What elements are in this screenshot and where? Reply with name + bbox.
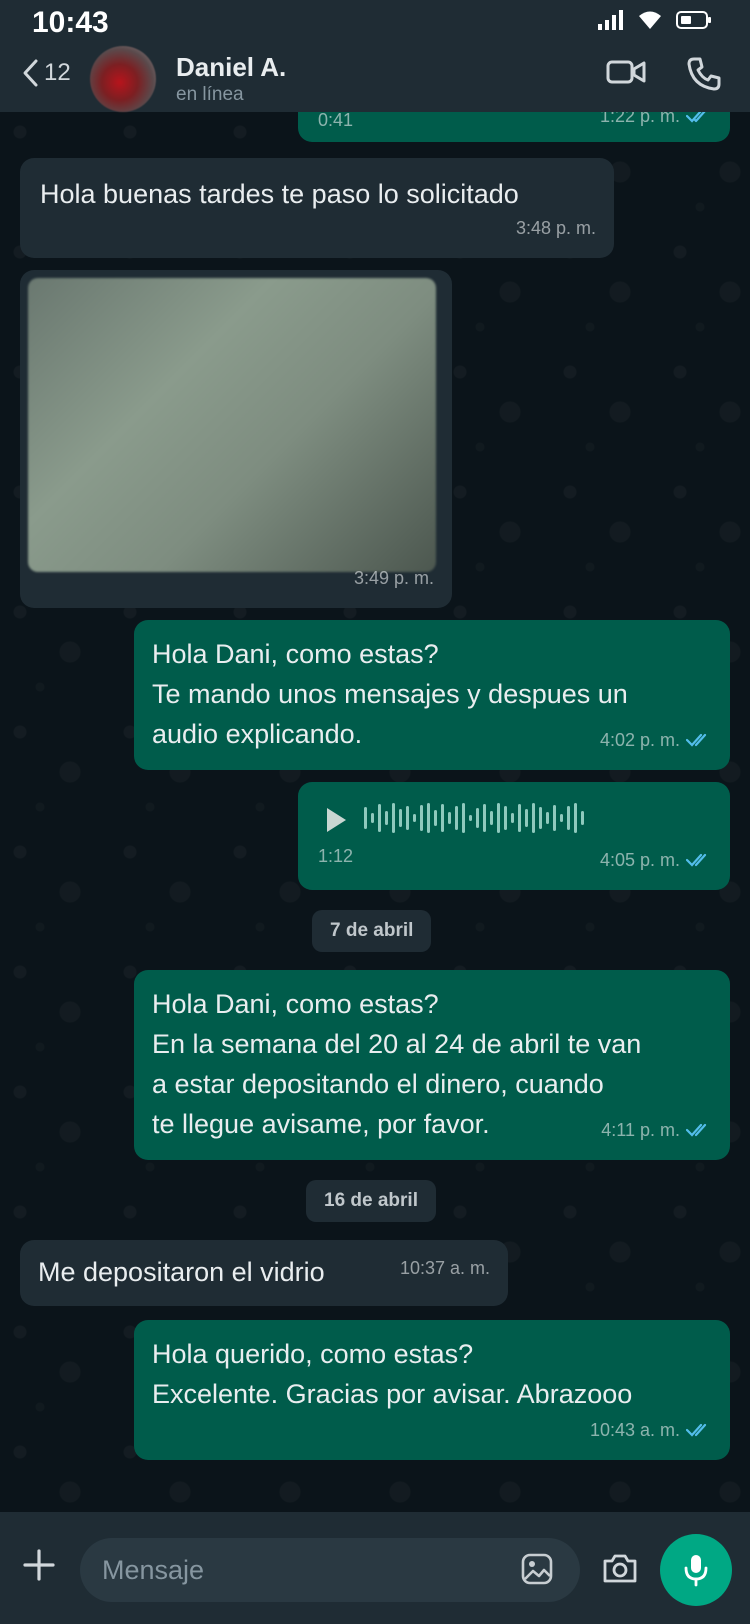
sticker-icon — [521, 1553, 553, 1585]
sticker-button[interactable] — [520, 1552, 554, 1591]
message-line: Hola Dani, como estas? — [152, 989, 439, 1019]
phone-icon — [687, 57, 721, 91]
signal-icon — [598, 10, 623, 30]
voice-call-button[interactable] — [686, 56, 722, 97]
camera-button[interactable] — [602, 1552, 638, 1589]
unread-count: 12 — [44, 59, 71, 86]
plus-icon — [23, 1549, 55, 1581]
attach-button[interactable] — [22, 1548, 56, 1587]
play-icon[interactable] — [324, 806, 348, 834]
video-call-button[interactable] — [606, 58, 646, 91]
date-separator: 7 de abril — [312, 910, 432, 952]
message-line: Hola Dani, como estas? — [152, 639, 439, 669]
message-bubble-audio[interactable]: 1:12 4:05 p. m. — [298, 782, 730, 890]
message-line: Te mando unos mensajes y despues un — [152, 679, 628, 709]
contact-status: en línea — [176, 84, 244, 105]
message-line: En la semana del 20 al 24 de abril te va… — [152, 1029, 642, 1059]
message-time: 3:49 p. m. — [353, 568, 434, 588]
status-icons — [598, 10, 712, 30]
message-bubble-incoming[interactable]: Hola buenas tardes te paso lo solicitado… — [20, 158, 614, 258]
message-time: 10:37 a. m. — [399, 1258, 490, 1278]
battery-icon — [676, 11, 711, 29]
message-bubble-outgoing[interactable]: Hola Dani, como estas? En la semana del … — [134, 970, 730, 1160]
wifi-icon — [639, 11, 661, 29]
double-check-icon — [686, 112, 706, 123]
audio-duration: 1:12 — [318, 846, 354, 866]
message-time: 3:48 p. m. — [515, 218, 596, 238]
status-time: 10:43 — [32, 6, 109, 39]
message-line: a estar depositando el dinero, cuando — [152, 1069, 604, 1099]
double-check-icon — [686, 1423, 707, 1437]
double-check-icon — [686, 733, 707, 747]
message-time: 4:02 p. m. — [599, 730, 680, 750]
message-text: Me depositaron el vidrio — [38, 1257, 325, 1287]
date-separator: 16 de abril — [306, 1180, 436, 1222]
back-button[interactable]: 12 — [20, 58, 71, 88]
contact-name[interactable]: Daniel A. — [176, 52, 286, 83]
message-bubble-incoming[interactable]: Me depositaron el vidrio 10:37 a. m. — [20, 1240, 508, 1306]
audio-duration: 0:41 — [318, 112, 354, 130]
message-time: 4:05 p. m. — [599, 850, 680, 870]
message-line: Excelente. Gracias por avisar. Abrazooo — [152, 1379, 633, 1409]
microphone-icon — [684, 1555, 708, 1587]
message-time: 4:11 p. m. — [601, 1120, 680, 1140]
video-camera-icon — [606, 60, 646, 84]
chat-header: 10:43 12 Daniel A. en línea — [0, 0, 750, 112]
double-check-icon — [686, 853, 707, 867]
message-time: 1:22 p. m. — [599, 112, 680, 126]
voice-record-button[interactable] — [660, 1534, 732, 1606]
chat-area[interactable]: 0:41 1:22 p. m. Hola buenas tardes te pa… — [0, 112, 750, 1512]
avatar[interactable] — [90, 46, 156, 112]
shared-image[interactable] — [28, 278, 436, 572]
message-bubble-outgoing[interactable]: Hola querido, como estas? Excelente. Gra… — [134, 1320, 730, 1460]
camera-icon — [603, 1554, 637, 1583]
message-input[interactable]: Mensaje — [80, 1538, 580, 1602]
message-bubble-outgoing[interactable]: Hola Dani, como estas? Te mando unos men… — [134, 620, 730, 770]
message-line: Hola querido, como estas? — [152, 1339, 474, 1369]
chevron-left-icon — [23, 59, 38, 87]
message-text: Hola buenas tardes te paso lo solicitado — [40, 179, 519, 209]
double-check-icon — [686, 1123, 707, 1137]
composer-bar: Mensaje — [0, 1512, 750, 1624]
message-bubble-audio-partial[interactable]: 0:41 1:22 p. m. — [298, 112, 730, 142]
message-bubble-image[interactable]: 3:49 p. m. — [20, 270, 452, 608]
audio-waveform[interactable] — [364, 800, 584, 836]
message-time: 10:43 a. m. — [589, 1420, 680, 1440]
